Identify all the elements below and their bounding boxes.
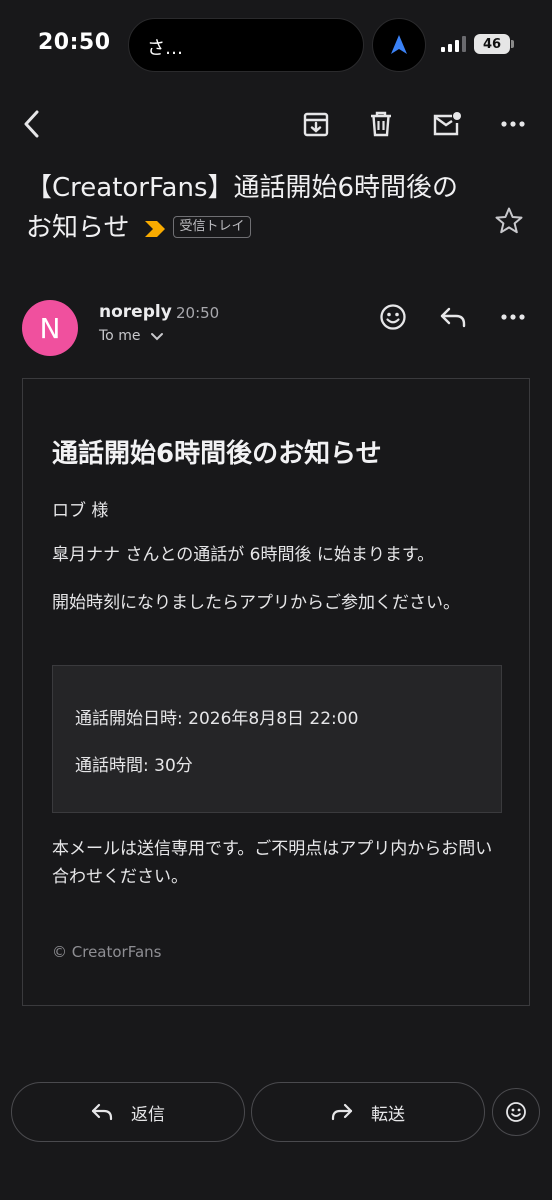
- delete-button[interactable]: [357, 100, 405, 148]
- mark-unread-icon: [432, 111, 462, 137]
- message-heading: 通話開始6時間後のお知らせ: [52, 439, 382, 469]
- star-button[interactable]: [486, 198, 532, 244]
- important-marker-icon[interactable]: [143, 220, 167, 238]
- more-horizontal-icon: [501, 314, 525, 320]
- back-chevron-icon: [22, 109, 42, 139]
- navigation-arrow-icon[interactable]: [372, 18, 426, 72]
- forward-arrow-icon: [331, 1103, 353, 1121]
- call-duration: 通話時間: 30分: [75, 756, 193, 776]
- status-bar: 20:50 さ… 46: [0, 0, 552, 90]
- message-body: 通話開始6時間後のお知らせ ロブ 様 皐月ナナ さんとの通話が 6時間後 に始ま…: [22, 378, 530, 1006]
- star-icon: [494, 206, 524, 236]
- cellular-signal-icon: [441, 36, 467, 52]
- back-button[interactable]: [8, 100, 56, 148]
- message-line-1: 皐月ナナ さんとの通話が 6時間後 に始まります。: [52, 545, 435, 565]
- inbox-label-chip[interactable]: 受信トレイ: [173, 215, 251, 238]
- status-time: 20:50: [38, 30, 111, 55]
- message-line-2: 開始時刻になりましたらアプリからご参加ください。: [52, 593, 460, 613]
- recipient-details-toggle[interactable]: To me: [99, 328, 164, 344]
- reply-action-button[interactable]: 返信: [11, 1082, 245, 1142]
- message-more-button[interactable]: [490, 294, 536, 340]
- smiley-icon: [505, 1101, 527, 1123]
- mark-unread-button[interactable]: [423, 100, 471, 148]
- dynamic-island[interactable]: さ…: [128, 18, 364, 72]
- trash-icon: [368, 110, 394, 138]
- more-options-button[interactable]: [489, 100, 537, 148]
- sender-name: noreply: [99, 302, 172, 322]
- sent-time: 20:50: [176, 304, 220, 322]
- archive-icon: [302, 110, 330, 138]
- sender-avatar[interactable]: N: [22, 300, 78, 356]
- send-only-notice: 本メールは送信専用です。ご不明点はアプリ内からお問い合わせください。: [52, 839, 493, 887]
- forward-action-button[interactable]: 転送: [251, 1082, 485, 1142]
- reply-arrow-icon: [91, 1103, 113, 1121]
- message-greeting: ロブ 様: [52, 501, 109, 521]
- more-horizontal-icon: [501, 121, 525, 127]
- email-toolbar: [0, 96, 552, 152]
- reply-arrow-icon: [439, 306, 467, 328]
- call-info-box: 通話開始日時: 2026年8月8日 22:00 通話時間: 30分: [52, 665, 502, 813]
- chevron-down-icon: [150, 332, 164, 341]
- island-activity-text: さ…: [147, 38, 183, 59]
- add-reaction-button[interactable]: [370, 294, 416, 340]
- email-subject-row: 【CreatorFans】通話開始6時間後のお知らせ 受信トレイ: [26, 168, 466, 248]
- smiley-icon: [379, 303, 407, 331]
- forward-label: 転送: [371, 1104, 405, 1125]
- reply-label: 返信: [131, 1104, 165, 1125]
- copyright-footer: © CreatorFans: [52, 943, 162, 961]
- battery-icon: 46: [474, 34, 514, 54]
- reply-button[interactable]: [430, 294, 476, 340]
- recipient-label: To me: [99, 328, 141, 344]
- call-start-datetime: 通話開始日時: 2026年8月8日 22:00: [75, 709, 359, 729]
- react-emoji-button[interactable]: [492, 1088, 540, 1136]
- archive-button[interactable]: [292, 100, 340, 148]
